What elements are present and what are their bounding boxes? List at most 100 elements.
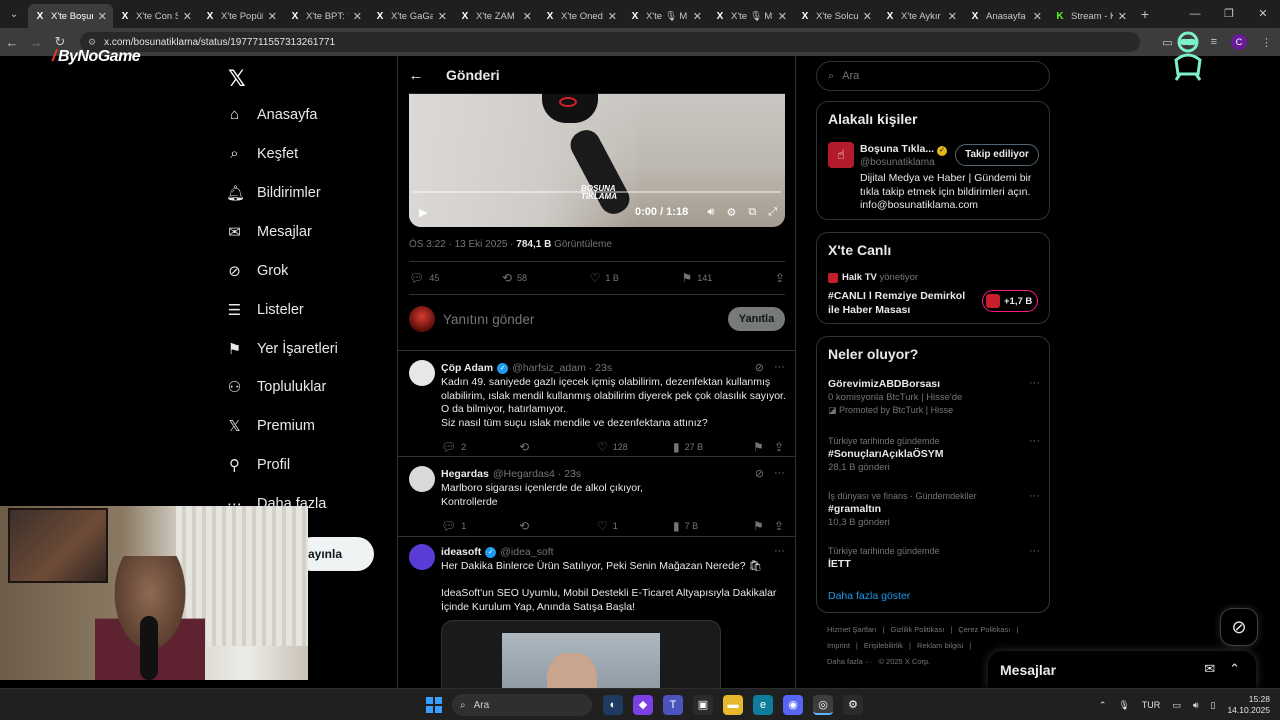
video-progress-bar[interactable] (413, 191, 781, 193)
tab-search-button[interactable]: ⌄ (0, 0, 28, 28)
tab-close-icon[interactable]: ✕ (608, 10, 617, 23)
nav-item-list[interactable]: ☰ Listeler (226, 301, 304, 319)
browser-tab[interactable]: X X'te Popül ✕ (198, 4, 283, 28)
reply-input[interactable]: Yanıtını gönder (443, 312, 534, 327)
repost-button[interactable]: ⟲ 58 (502, 270, 527, 286)
restore-icon[interactable]: ❐ (1212, 0, 1246, 28)
new-message-icon[interactable]: ✉ (1204, 661, 1215, 677)
tab-close-icon[interactable]: ✕ (863, 10, 872, 23)
chevron-up-icon[interactable]: ⌃ (1099, 700, 1107, 711)
more-icon[interactable]: ··· (1029, 490, 1040, 502)
trend-item[interactable]: Türkiye tarihinde gündemde #SonuçlarıAçı… (828, 435, 1040, 474)
fullscreen-icon[interactable]: ⤢ (768, 206, 777, 219)
play-icon[interactable]: ▶ (419, 206, 427, 219)
messages-drawer[interactable]: Mesajlar ✉ ⌃ (988, 651, 1256, 688)
nav-item-x-premium[interactable]: 𝕏 Premium (226, 417, 315, 435)
like-button[interactable]: ♡ 1 (597, 519, 618, 533)
person-name[interactable]: Boşuna Tıkla... ✓ (860, 143, 948, 156)
more-icon[interactable]: ··· (1029, 377, 1040, 389)
store-icon[interactable]: ▣ (693, 695, 713, 715)
tweet-author[interactable]: ideasoft (441, 546, 481, 558)
tweet-handle[interactable]: @harfsiz_adam · 23s (512, 362, 612, 374)
grok-icon[interactable]: ⊘ (755, 467, 764, 480)
footer-link[interactable]: Reklam bilgisi (917, 641, 963, 650)
share-button[interactable]: ⇪ (774, 519, 784, 533)
browser-tab[interactable]: X X'te Aykır ✕ (878, 4, 963, 28)
tab-close-icon[interactable]: ✕ (693, 10, 702, 23)
new-tab-button[interactable]: + (1133, 6, 1157, 22)
more-icon[interactable]: ··· (1029, 545, 1040, 557)
tweet-author[interactable]: Hegardas (441, 468, 489, 480)
more-icon[interactable]: ··· (1029, 435, 1040, 447)
avatar[interactable] (409, 466, 435, 492)
views-button[interactable]: ▮ 7 B (673, 519, 698, 533)
repost-button[interactable]: ⟲ (519, 440, 529, 454)
tweet-author[interactable]: Çöp Adam (441, 362, 493, 374)
tab-close-icon[interactable]: ✕ (268, 10, 277, 23)
profile-avatar[interactable]: C (1231, 34, 1247, 50)
nav-item-communities[interactable]: ⚇ Topluluklar (226, 378, 327, 396)
tab-close-icon[interactable]: ✕ (523, 10, 532, 23)
person-handle[interactable]: @bosunatiklama (860, 157, 935, 168)
tweet-handle[interactable]: @idea_soft (500, 546, 553, 558)
more-icon[interactable]: ··· (774, 361, 785, 374)
reply-button[interactable]: 💬︎ 1 (441, 519, 466, 533)
menu-icon[interactable]: ⋮ (1261, 36, 1272, 49)
reply-submit-button[interactable]: Yanıtla (728, 307, 785, 331)
nav-item-bell[interactable]: 🔔︎ Bildirimler (226, 184, 321, 202)
show-more-link[interactable]: Daha fazla göster (828, 590, 910, 602)
tab-close-icon[interactable]: ✕ (1118, 10, 1127, 23)
site-info-icon[interactable]: ⚙ (88, 37, 96, 48)
trend-item[interactable]: İş dünyası ve finans · Gündemdekiler #gr… (828, 490, 1040, 529)
settings-icon[interactable]: ⚙ (726, 206, 736, 219)
live-title[interactable]: #CANLI l Remziye Demirkol ile Haber Masa… (828, 290, 968, 317)
teams-icon[interactable]: T (663, 695, 683, 715)
nav-item-bookmark[interactable]: ⚑ Yer İşaretleri (226, 340, 338, 358)
footer-link[interactable]: Gizlilik Politikası (891, 625, 945, 634)
pip-icon[interactable]: ⧉ (748, 206, 756, 219)
network-icon[interactable]: ▭ (1172, 700, 1181, 711)
footer-link[interactable]: Erişilebilirlik (864, 641, 903, 650)
share-button[interactable]: ⇪ (774, 440, 784, 454)
browser-tab[interactable]: X X'te Solcu ✕ (793, 4, 878, 28)
browser-tab[interactable]: K Stream - K ✕ (1048, 4, 1133, 28)
tab-close-icon[interactable]: ✕ (778, 10, 787, 23)
close-window-icon[interactable]: ✕ (1246, 0, 1280, 28)
tab-close-icon[interactable]: ✕ (948, 10, 957, 23)
footer-link[interactable]: Daha fazla ··· (827, 657, 872, 666)
clock[interactable]: 15:28 14.10.2025 (1227, 694, 1270, 716)
like-button[interactable]: ♡ 128 (597, 440, 628, 454)
volume-icon[interactable]: 🔊︎ (1193, 700, 1199, 711)
tab-close-icon[interactable]: ✕ (183, 10, 192, 23)
address-bar[interactable]: ⚙ x.com/bosunatiklama/status/19777115573… (80, 32, 1140, 52)
expand-icon[interactable]: ⌃ (1229, 661, 1240, 677)
post-timestamp[interactable]: ÖS 3:22 · 13 Eki 2025 · (409, 239, 516, 250)
browser-tab[interactable]: X X'te Con S ✕ (113, 4, 198, 28)
views-button[interactable]: ▮ 27 B (673, 440, 703, 454)
reply-tweet[interactable]: Hegardas @Hegardas4 · 23s ⊘ ··· Marlboro … (398, 466, 795, 533)
like-button[interactable]: ♡ 1 B (590, 270, 619, 286)
tab-close-icon[interactable]: ✕ (353, 10, 362, 23)
browser-tab[interactable]: X X'te Oned ✕ (538, 4, 623, 28)
bookmark-button[interactable]: ⚑ (753, 519, 764, 533)
reply-tweet[interactable]: Çöp Adam ✓ @harfsiz_adam · 23s ⊘ ··· Kadı… (398, 360, 795, 456)
copilot-icon[interactable]: ◆ (633, 695, 653, 715)
minimize-icon[interactable]: — (1178, 0, 1212, 28)
grok-floating-button[interactable]: ⊘ (1220, 608, 1258, 646)
search-input[interactable]: ⌕ Ara (816, 61, 1050, 91)
avatar[interactable] (409, 544, 435, 570)
reply-button[interactable]: 💬︎ 2 (441, 440, 466, 454)
volume-icon[interactable]: 🔊︎ (708, 206, 715, 219)
nav-item-grok[interactable]: ⊘ Grok (226, 262, 288, 280)
file-explorer-icon[interactable]: ▬ (723, 695, 743, 715)
discord-icon[interactable]: ◉ (783, 695, 803, 715)
reply-button[interactable]: 💬︎ 45 (409, 270, 439, 286)
trend-item[interactable]: GörevimizABDBorsası 0 komisyonla BtcTurk… (828, 377, 1040, 416)
footer-link[interactable]: Çerez Politikası (958, 625, 1010, 634)
live-listeners-pill[interactable]: +1,7 B (982, 290, 1038, 312)
nav-item-mail[interactable]: ✉ Mesajlar (226, 223, 312, 241)
tweet-handle[interactable]: @Hegardas4 · 23s (493, 468, 581, 480)
browser-tab[interactable]: X X'te BPT: " ✕ (283, 4, 368, 28)
browser-tab[interactable]: X Anasayfa ✕ (963, 4, 1048, 28)
back-arrow-icon[interactable]: ← (398, 67, 434, 84)
